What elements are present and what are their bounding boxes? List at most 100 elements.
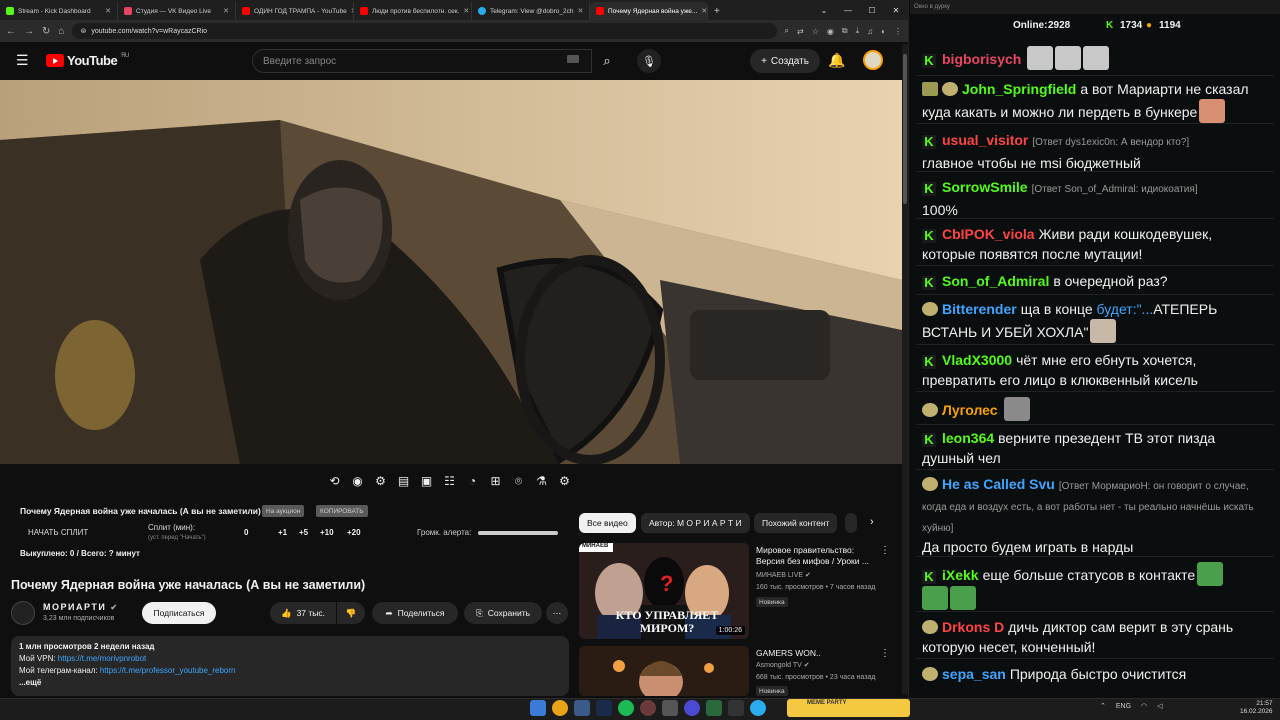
telegram-icon[interactable] xyxy=(750,700,766,716)
like-button[interactable]: 👍 37 тыс. xyxy=(270,602,336,624)
tab-close-icon[interactable]: ✕ xyxy=(701,7,707,15)
related-more-icon[interactable]: ⋮ xyxy=(880,648,890,659)
forward-icon[interactable]: → xyxy=(24,26,34,37)
related-thumbnail[interactable] xyxy=(579,646,749,696)
tab-close-icon[interactable]: ✕ xyxy=(463,7,469,15)
tg-link[interactable]: https://t.me/professor_youtube_reborn xyxy=(100,666,236,675)
add-10-button[interactable]: +10 xyxy=(320,528,334,537)
playlist-icon[interactable]: ☷ xyxy=(441,474,458,488)
related-video-title[interactable]: GAMERS WON.. xyxy=(756,648,876,659)
extensions-puzzle-icon[interactable]: ⧉ xyxy=(842,26,848,36)
chat-username[interactable]: bigborisych xyxy=(942,51,1021,67)
video-description[interactable]: 1 млн просмотров 2 недели назад Мой VPN:… xyxy=(11,636,569,696)
channel-avatar[interactable] xyxy=(11,601,35,625)
download-icon[interactable]: ⤓ xyxy=(856,26,860,36)
wifi-icon[interactable]: ◠ xyxy=(1141,702,1147,710)
app-icon[interactable] xyxy=(662,700,678,716)
tab-search-icon[interactable]: ⌄ xyxy=(812,0,836,20)
search-button[interactable]: ⌕ xyxy=(592,49,622,73)
media-player-icon[interactable] xyxy=(684,700,700,716)
chat-username[interactable]: Son_of_Admiral xyxy=(942,273,1049,289)
loop-icon[interactable]: ⟲ xyxy=(326,474,343,488)
chat-username[interactable]: usual_visitor xyxy=(942,132,1028,148)
app-icon[interactable] xyxy=(706,700,722,716)
share-button[interactable]: ➦ Поделиться xyxy=(372,602,458,624)
auction-button[interactable]: На аукцион xyxy=(262,505,305,517)
bookmark-star-icon[interactable]: ☆ xyxy=(812,27,819,36)
tab-close-icon[interactable]: ✕ xyxy=(577,7,583,15)
speed-icon[interactable]: ◔ xyxy=(464,474,481,488)
maximize-icon[interactable]: ☐ xyxy=(860,0,884,20)
obs-icon[interactable] xyxy=(640,700,656,716)
app-icon[interactable] xyxy=(728,700,744,716)
chat-username[interactable]: He as Called Svu xyxy=(942,476,1055,492)
reload-icon[interactable]: ↻ xyxy=(42,26,50,37)
add-20-button[interactable]: +20 xyxy=(347,528,361,537)
copy-button[interactable]: КОПИРОВАТЬ xyxy=(316,505,368,517)
clock[interactable]: 21:57 16.02.2026 xyxy=(1240,700,1273,716)
back-icon[interactable]: ← xyxy=(6,26,16,37)
media-icon[interactable]: ♫ xyxy=(867,27,873,36)
meme-party-widget[interactable]: MEME PARTY xyxy=(787,699,910,717)
chip-similar[interactable]: Похожий контент xyxy=(754,513,838,533)
related-more-icon[interactable]: ⋮ xyxy=(880,545,890,556)
more-actions-button[interactable]: ⋯ xyxy=(546,602,568,624)
language-indicator[interactable]: ENG xyxy=(1116,703,1131,710)
browser-tab[interactable]: Telegram: View @dobro_2ch ✕ xyxy=(472,2,590,20)
related-video-title[interactable]: Мировое правительство: Версия без мифов … xyxy=(756,545,876,567)
minimize-icon[interactable]: — xyxy=(836,0,860,20)
start-split-button[interactable]: НАЧАТЬ СПЛИТ xyxy=(28,528,88,537)
browser-tab[interactable]: Stream - Kick Dashboard ✕ xyxy=(0,2,118,20)
channel-name[interactable]: МОРИАРТИ ✔ xyxy=(43,602,119,612)
browser-tab-active[interactable]: Почему Ядерная война уже... ✕ xyxy=(590,2,708,20)
chat-username[interactable]: CbIPOK_viola xyxy=(942,226,1035,242)
chat-username[interactable]: Drkons D xyxy=(942,619,1004,635)
chat-username[interactable]: Луголес xyxy=(942,402,998,418)
start-icon[interactable] xyxy=(530,700,546,716)
profile-icon[interactable]: ◐ xyxy=(881,27,886,36)
youtube-logo[interactable]: YouTube RU xyxy=(46,53,129,68)
chip-author[interactable]: Автор: М О Р И А Р Т И xyxy=(641,513,750,533)
chat-username[interactable]: sepa_san xyxy=(942,666,1006,682)
voice-search-button[interactable]: 🎙 xyxy=(637,49,661,73)
scrollbar-thumb[interactable] xyxy=(903,54,907,204)
flask-icon[interactable]: ⚗ xyxy=(533,474,550,488)
audio-track-icon[interactable]: ◉ xyxy=(349,474,366,488)
browser-tab[interactable]: Люди против беспилотн. сек. ✕ xyxy=(354,2,472,20)
folder-icon[interactable] xyxy=(574,700,590,716)
site-info-icon[interactable]: ⊜ xyxy=(80,27,86,35)
alert-volume-slider[interactable] xyxy=(478,531,558,535)
dislike-button[interactable]: 👎 xyxy=(337,602,365,624)
speaker-icon[interactable]: ◁ xyxy=(1157,702,1162,710)
search-page-icon[interactable]: ⌕ xyxy=(785,26,789,36)
browser-tab[interactable]: ОДИН ГОД ТРАМПА - YouTube✕ xyxy=(236,2,354,20)
search-input[interactable]: Введите запрос xyxy=(252,49,592,73)
miniplayer-icon[interactable]: ▣ xyxy=(418,474,435,488)
add-5-button[interactable]: +5 xyxy=(299,528,308,537)
video-player[interactable] xyxy=(0,80,902,464)
avatar[interactable] xyxy=(863,50,883,70)
translate-icon[interactable]: ⇄ xyxy=(797,27,804,36)
spotify-icon[interactable] xyxy=(618,700,634,716)
home-icon[interactable]: ⌂ xyxy=(58,26,64,37)
tab-close-icon[interactable]: ✕ xyxy=(105,7,111,15)
extension-icon[interactable]: ◉ xyxy=(827,27,834,36)
chat-username[interactable]: John_Springfield xyxy=(962,81,1076,97)
close-icon[interactable]: ✕ xyxy=(884,0,908,20)
tab-close-icon[interactable]: ✕ xyxy=(223,7,229,15)
chat-username[interactable]: leon364 xyxy=(942,430,994,446)
new-tab-icon[interactable]: + xyxy=(708,2,726,20)
hamburger-menu-icon[interactable]: ☰ xyxy=(16,52,29,69)
chat-username[interactable]: iXekk xyxy=(942,567,979,583)
chevron-up-icon[interactable]: ⌃ xyxy=(1100,702,1106,710)
subtitles-icon[interactable]: ▤ xyxy=(395,474,412,488)
add-1-button[interactable]: +1 xyxy=(278,528,287,537)
video-settings-icon[interactable]: ⚙ xyxy=(372,474,389,488)
chat-username[interactable]: SorrowSmile xyxy=(942,179,1028,195)
vpn-link[interactable]: https://t.me/morivpnrobot xyxy=(58,654,146,663)
notifications-bell-icon[interactable]: 🔔 xyxy=(828,52,845,69)
keyboard-icon[interactable] xyxy=(567,55,579,63)
chip-all-videos[interactable]: Все видео xyxy=(579,513,636,533)
chrome-icon[interactable] xyxy=(552,700,568,716)
chip-partial[interactable] xyxy=(845,513,857,533)
